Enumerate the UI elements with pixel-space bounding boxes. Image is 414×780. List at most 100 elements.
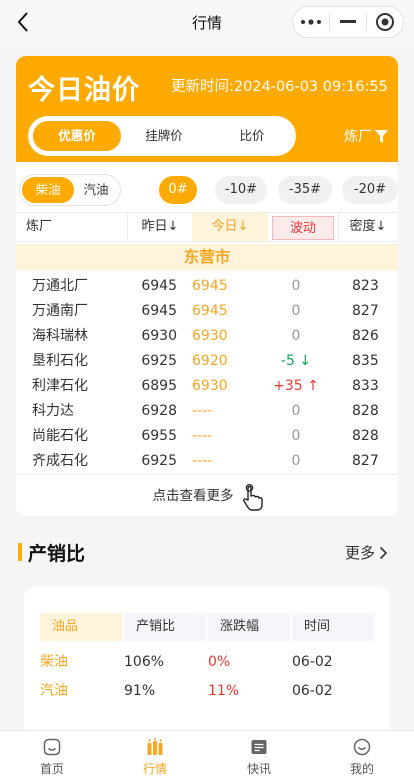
profile-smile-icon: [353, 738, 371, 756]
tab-market-label: 行情: [142, 762, 167, 776]
density-value: 835: [352, 353, 379, 369]
grade-0-button[interactable]: 0#: [159, 176, 197, 204]
price-change: 0: [291, 428, 301, 444]
column-density-sort[interactable]: 密度↓: [338, 213, 398, 241]
close-target-icon[interactable]: [367, 7, 403, 37]
density-value: 826: [352, 328, 379, 344]
refinery-filter-button[interactable]: 炼厂: [344, 126, 388, 146]
production-sales-card: 油品 产销比 涨跌幅 时间 柴油 106% 0% 06-02 汽油 91% 11…: [24, 587, 390, 737]
refinery-name: 海科瑞林: [32, 328, 88, 344]
production-sales-more-link[interactable]: 更多: [345, 542, 388, 563]
density-value: 827: [352, 303, 379, 319]
table-divider: [16, 474, 398, 475]
tab-news-label: 快讯: [246, 762, 271, 776]
ps-date: 06-02: [292, 683, 333, 699]
ps-column-fuel: 油品: [40, 613, 122, 641]
news-icon: [251, 740, 267, 754]
ps-column-change: 涨跌幅: [208, 613, 290, 641]
oil-price-title: 今日油价: [28, 75, 140, 106]
oil-price-header: 今日油价 更新时间:2024-06-03 09:16:55 优惠价 挂牌价 比价…: [16, 56, 398, 162]
table-row[interactable]: 万通北厂 6945 6945 0 823: [16, 274, 398, 299]
tab-news[interactable]: 快讯: [207, 731, 311, 780]
tab-price-compare[interactable]: 比价: [208, 116, 296, 156]
column-yesterday-sort[interactable]: 昨日↓: [128, 213, 192, 241]
table-row[interactable]: 尚能石化 6955 ---- 0 828: [16, 424, 398, 449]
refinery-name: 科力达: [32, 403, 74, 419]
today-price: ----: [192, 403, 213, 419]
table-row[interactable]: 科力达 6928 ---- 0 828: [16, 399, 398, 424]
today-price: 6945: [192, 278, 228, 294]
pointing-hand-icon: [243, 484, 263, 511]
ps-column-ratio: 产销比: [124, 613, 206, 641]
market-barrels-icon: [147, 738, 163, 755]
filter-funnel-icon: [375, 129, 388, 143]
table-row[interactable]: 利津石化 6895 6930 +35 ↑ 833: [16, 374, 398, 399]
column-refinery: 炼厂: [26, 219, 53, 234]
yesterday-price: 6945: [141, 303, 177, 319]
density-value: 823: [352, 278, 379, 294]
ps-date: 06-02: [292, 654, 333, 670]
yesterday-price: 6925: [141, 353, 177, 369]
today-price: 6945: [192, 303, 228, 319]
refinery-name: 万通北厂: [32, 278, 88, 294]
table-row[interactable]: 海科瑞林 6930 6930 0 826: [16, 324, 398, 349]
fuel-type-toggle: 柴油 汽油: [19, 174, 121, 206]
yesterday-price: 6945: [141, 278, 177, 294]
ps-change: 0%: [208, 654, 231, 670]
table-row[interactable]: 齐成石化 6925 ---- 0 827: [16, 449, 398, 474]
column-change[interactable]: 波动: [272, 216, 334, 240]
tab-market[interactable]: 行情: [103, 731, 207, 780]
price-change-up: +35 ↑: [273, 378, 319, 394]
today-price: 6930: [192, 328, 228, 344]
price-change: 0: [291, 403, 301, 419]
price-change: 0: [291, 278, 301, 294]
grade-minus10-button[interactable]: -10#: [215, 176, 267, 204]
price-change-down: -5 ↓: [280, 353, 312, 369]
mini-program-capsule: [292, 6, 404, 38]
price-change: 0: [291, 453, 301, 469]
tab-profile-label: 我的: [349, 762, 374, 776]
view-more-link[interactable]: 点击查看更多: [16, 484, 398, 504]
price-change: 0: [291, 303, 301, 319]
yesterday-price: 6955: [141, 428, 177, 444]
tab-discount-price[interactable]: 优惠价: [33, 116, 121, 156]
table-row[interactable]: 万通南厂 6945 6945 0 827: [16, 299, 398, 324]
chevron-right-icon: [379, 546, 388, 559]
ps-ratio: 106%: [124, 654, 165, 670]
tab-profile[interactable]: 我的: [310, 731, 414, 780]
refinery-name: 垦利石化: [32, 353, 88, 369]
density-value: 833: [352, 378, 379, 394]
refinery-name: 利津石化: [32, 378, 88, 394]
more-dots-icon[interactable]: [293, 7, 329, 37]
fuel-diesel-button[interactable]: 柴油: [22, 175, 74, 205]
ps-fuel-name: 汽油: [40, 683, 68, 699]
city-group-header: 东营市: [16, 244, 398, 270]
grade-minus35-button[interactable]: -35#: [278, 176, 332, 204]
today-price: 6930: [192, 378, 228, 394]
fuel-gasoline-button[interactable]: 汽油: [72, 175, 120, 205]
refinery-name: 尚能石化: [32, 428, 88, 444]
price-table-header: 炼厂 昨日↓ 今日↓ 波动 密度↓: [16, 212, 398, 242]
update-time: 更新时间:2024-06-03 09:16:55: [171, 79, 388, 95]
section-accent-bar: [18, 543, 22, 561]
minimize-icon[interactable]: [330, 7, 366, 37]
bottom-tab-bar: 首页 行情 快讯 我的: [0, 730, 414, 780]
tab-listed-price[interactable]: 挂牌价: [120, 116, 208, 156]
yesterday-price: 6930: [141, 328, 177, 344]
today-price: ----: [192, 453, 213, 469]
grade-minus20-button[interactable]: -20#: [342, 176, 398, 204]
view-more-label: 点击查看更多: [152, 488, 234, 504]
yesterday-price: 6928: [141, 403, 177, 419]
tab-home-label: 首页: [39, 762, 64, 776]
ps-fuel-name: 柴油: [40, 654, 68, 670]
density-value: 828: [352, 428, 379, 444]
yesterday-price: 6925: [141, 453, 177, 469]
refinery-name: 齐成石化: [32, 453, 88, 469]
ps-column-date: 时间: [292, 613, 374, 641]
refinery-name: 万通南厂: [32, 303, 88, 319]
column-today-sort[interactable]: 今日↓: [192, 213, 268, 241]
ps-ratio: 91%: [124, 683, 156, 699]
tab-home[interactable]: 首页: [0, 731, 104, 780]
table-row[interactable]: 垦利石化 6925 6920 -5 ↓ 835: [16, 349, 398, 374]
price-change: 0: [291, 328, 301, 344]
